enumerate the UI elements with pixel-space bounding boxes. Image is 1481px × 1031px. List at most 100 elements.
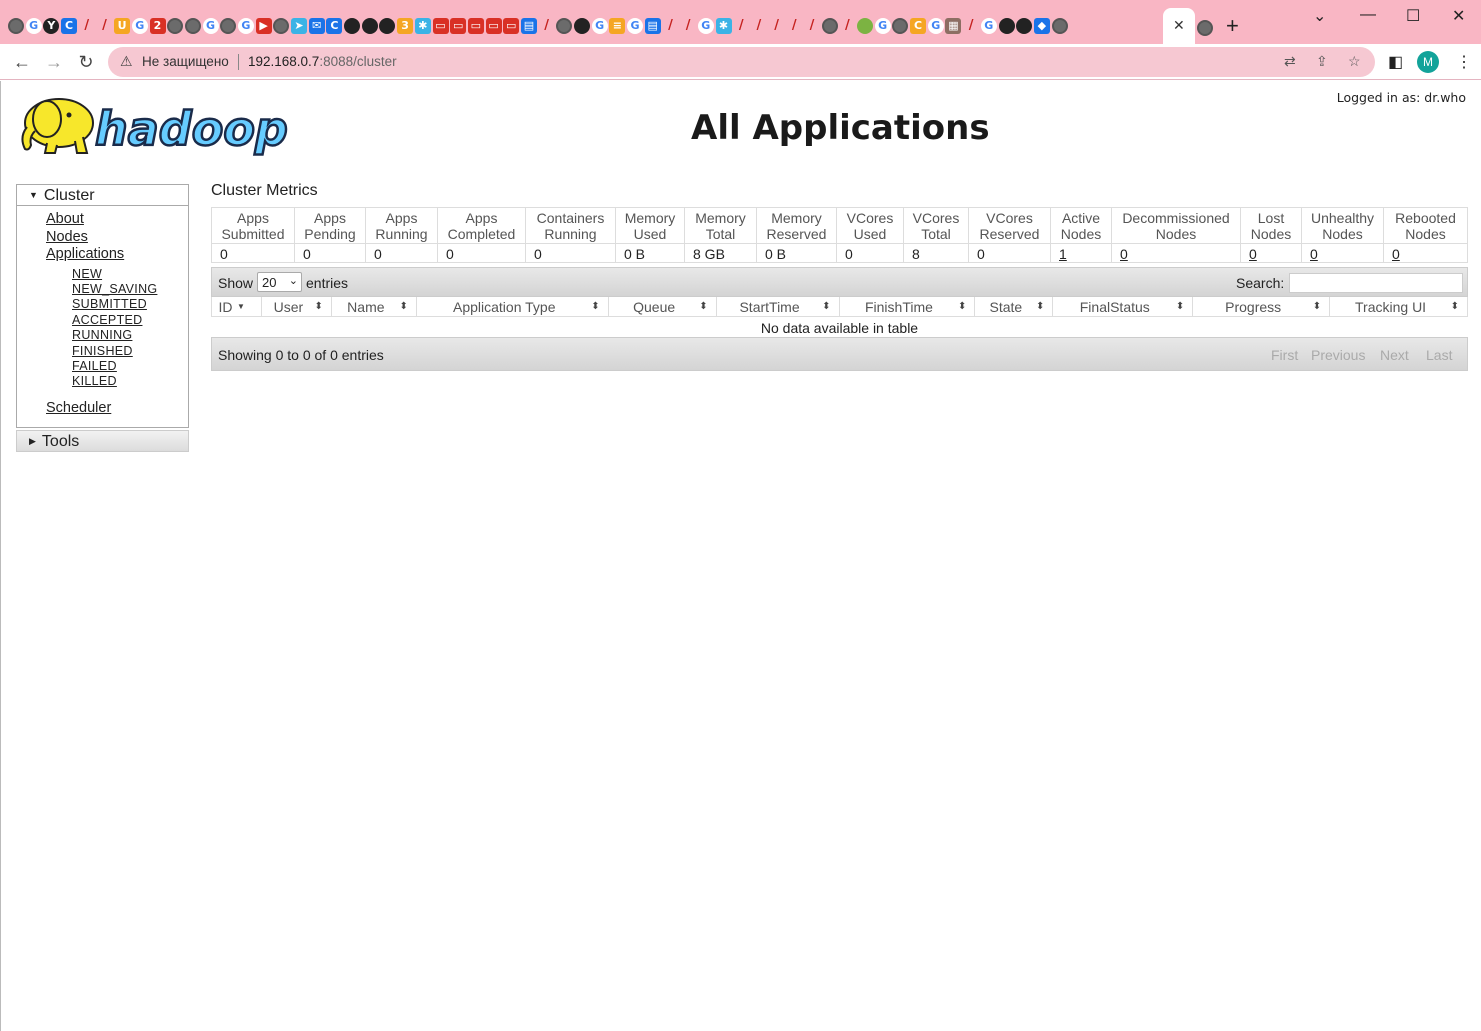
address-bar[interactable]: ⚠ Не защищено 192.168.0.7:8088/cluster ⇄… [108, 47, 1375, 77]
github-icon[interactable] [1016, 18, 1033, 34]
favicon-icon[interactable] [857, 18, 873, 34]
favicon-icon[interactable]: 2 [149, 18, 166, 34]
nav-link-scheduler[interactable]: Scheduler [46, 400, 111, 416]
active-tab[interactable]: ✕ [1163, 8, 1195, 44]
nav-link-applications[interactable]: Applications [46, 246, 124, 262]
profile-avatar[interactable]: M [1417, 51, 1439, 73]
nav-state-running[interactable]: RUNNING [72, 328, 132, 342]
column-header-name[interactable]: Name ⬍ [332, 297, 417, 316]
pen-icon[interactable]: / [786, 18, 802, 34]
metric-value-link[interactable]: 0 [1310, 246, 1318, 262]
pen-icon[interactable]: / [804, 18, 820, 34]
google-icon[interactable]: G [980, 18, 997, 34]
favicon-icon[interactable]: ▭ [467, 18, 484, 34]
reload-icon[interactable]: ↻ [73, 49, 99, 75]
pen-icon[interactable]: / [769, 18, 785, 34]
security-status[interactable]: Не защищено [142, 54, 229, 69]
nav-state-accepted[interactable]: ACCEPTED [72, 313, 142, 327]
google-icon[interactable]: G [131, 18, 148, 34]
favicon-icon[interactable]: ◆ [1033, 18, 1050, 34]
pager-previous-button[interactable]: Previous [1311, 347, 1365, 363]
column-header-finishtime[interactable]: FinishTime ⬍ [840, 297, 976, 316]
cluster-nav-header[interactable]: ▼ Cluster [17, 185, 188, 206]
new-tab-button[interactable]: + [1226, 13, 1239, 39]
google-icon[interactable]: G [202, 18, 219, 34]
pen-icon[interactable]: / [680, 18, 696, 34]
google-icon[interactable]: G [697, 18, 714, 34]
nav-state-new[interactable]: NEW [72, 267, 102, 281]
column-header-state[interactable]: State ⬍ [975, 297, 1054, 316]
pen-icon[interactable]: / [96, 18, 112, 34]
url-text[interactable]: 192.168.0.7:8088/cluster [248, 54, 397, 69]
forward-icon[interactable]: → [41, 49, 67, 75]
favicon-icon[interactable]: U [114, 18, 131, 34]
column-header-progress[interactable]: Progress ⬍ [1193, 297, 1331, 316]
maximize-icon[interactable]: ☐ [1406, 6, 1420, 26]
pen-icon[interactable]: / [751, 18, 767, 34]
favicon-icon[interactable]: ▦ [945, 18, 962, 34]
pen-icon[interactable]: / [839, 18, 855, 34]
github-icon[interactable] [379, 18, 396, 34]
column-header-starttime[interactable]: StartTime ⬍ [717, 297, 840, 316]
youtube-icon[interactable]: ▶ [255, 18, 272, 34]
favicon-icon[interactable]: ✱ [414, 18, 431, 34]
column-header-id[interactable]: ID ▼ [212, 297, 262, 316]
pen-icon[interactable]: / [79, 18, 95, 34]
column-header-user[interactable]: User ⬍ [262, 297, 332, 316]
favicon-icon[interactable]: ✱ [715, 18, 732, 34]
tab-search-icon[interactable]: ⌄ [1313, 6, 1326, 26]
github-icon[interactable] [574, 18, 590, 34]
column-header-application-type[interactable]: Application Type ⬍ [417, 297, 609, 316]
globe-icon[interactable] [8, 18, 24, 34]
window-close-icon[interactable]: ✕ [1452, 6, 1465, 26]
favicon-icon[interactable]: C [326, 18, 343, 34]
translate-icon[interactable]: ⇄ [1284, 53, 1296, 70]
favicon-icon[interactable]: ▤ [520, 18, 537, 34]
favicon-icon[interactable]: Y [43, 18, 60, 34]
github-icon[interactable] [344, 18, 361, 34]
google-icon[interactable]: G [25, 18, 42, 34]
google-icon[interactable]: G [237, 18, 254, 34]
nav-state-new-saving[interactable]: NEW_SAVING [72, 282, 157, 296]
column-header-finalstatus[interactable]: FinalStatus ⬍ [1053, 297, 1194, 316]
pager-last-button[interactable]: Last [1426, 347, 1452, 363]
search-input[interactable] [1289, 273, 1463, 293]
column-header-queue[interactable]: Queue ⬍ [609, 297, 717, 316]
favicon-icon[interactable]: ▭ [450, 18, 467, 34]
nav-state-submitted[interactable]: SUBMITTED [72, 297, 147, 311]
google-icon[interactable]: G [874, 18, 891, 34]
favicon-icon[interactable]: ▤ [644, 18, 661, 34]
favicon-icon[interactable]: 3 [397, 18, 414, 34]
favicon-icon[interactable]: ▭ [485, 18, 502, 34]
nav-link-about[interactable]: About [46, 211, 84, 227]
column-header-tracking-ui[interactable]: Tracking UI ⬍ [1330, 297, 1467, 316]
bookmark-star-icon[interactable]: ☆ [1348, 53, 1361, 70]
globe-icon[interactable] [167, 18, 184, 34]
warning-icon[interactable]: ⚠ [120, 53, 133, 70]
minimize-icon[interactable]: — [1360, 6, 1376, 24]
telegram-icon[interactable]: ➤ [291, 18, 307, 34]
globe-icon[interactable] [556, 18, 573, 34]
share-icon[interactable]: ⇪ [1316, 53, 1328, 70]
github-icon[interactable] [361, 18, 378, 34]
pen-icon[interactable]: / [963, 18, 979, 34]
google-icon[interactable]: G [591, 18, 608, 34]
globe-icon[interactable] [1197, 20, 1213, 36]
globe-icon[interactable] [892, 18, 909, 34]
nav-link-nodes[interactable]: Nodes [46, 229, 88, 245]
favicon-icon[interactable]: ▭ [432, 18, 449, 34]
favicon-icon[interactable]: C [910, 18, 927, 34]
metric-value-link[interactable]: 0 [1120, 246, 1128, 262]
metric-value-link[interactable]: 1 [1059, 246, 1067, 262]
menu-icon[interactable]: ⋮ [1456, 52, 1472, 72]
page-size-select[interactable]: 20 ⌄ [257, 272, 302, 292]
side-panel-icon[interactable]: ◧ [1388, 52, 1403, 72]
tab-favicons[interactable]: G Y C / / U G 2 G G ▶ ➤ ✉ C 3 ✱ ▭ ▭ ▭ ▭ … [8, 16, 1163, 36]
favicon-icon[interactable]: ▭ [503, 18, 520, 34]
nav-state-killed[interactable]: KILLED [72, 374, 117, 388]
pager-next-button[interactable]: Next [1380, 347, 1409, 363]
metric-value-link[interactable]: 0 [1392, 246, 1400, 262]
stackoverflow-icon[interactable]: ≡ [609, 18, 626, 34]
tools-nav-header[interactable]: ▶ Tools [16, 430, 189, 452]
pager-first-button[interactable]: First [1271, 347, 1298, 363]
